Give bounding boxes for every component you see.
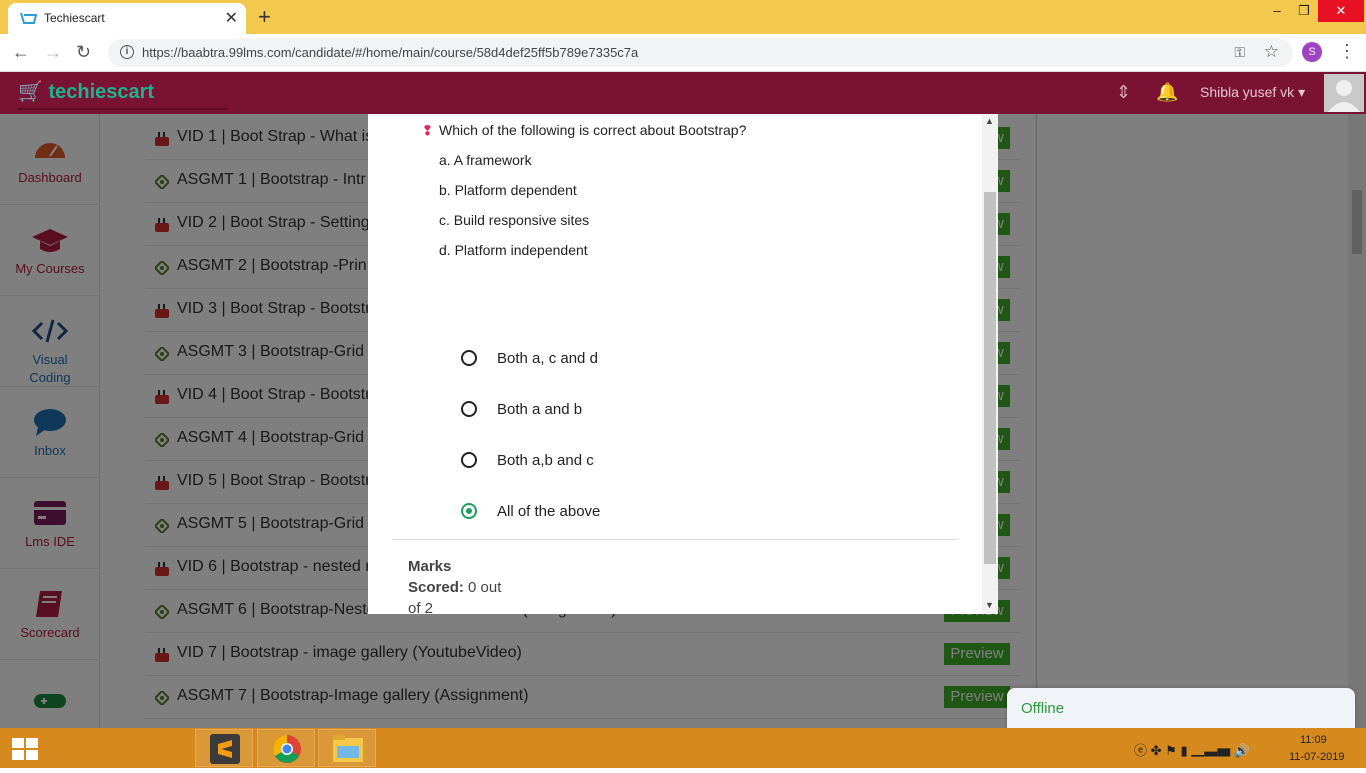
sublime-text-icon	[210, 734, 240, 764]
chrome-icon	[273, 735, 301, 763]
logo-underline	[18, 108, 228, 110]
marks-title: Marks	[408, 558, 452, 575]
person-icon	[1328, 80, 1360, 112]
taskbar-sublime[interactable]	[195, 729, 253, 767]
browser-toolbar: ← → ↻ i https://baabtra.99lms.com/candid…	[0, 34, 1366, 72]
system-tray: ⓔ ✤ ⚑ ▮ ▁▃▅ 🔊	[1134, 740, 1250, 759]
battery-icon[interactable]: ▮	[1180, 743, 1187, 758]
folder-icon	[333, 735, 363, 762]
browser-tab[interactable]: Techiescart ✕	[8, 3, 246, 34]
url-text[interactable]: https://baabtra.99lms.com/candidate/#/ho…	[142, 45, 638, 60]
address-bar[interactable]: i https://baabtra.99lms.com/candidate/#/…	[108, 39, 1293, 67]
statement-b: b. Platform dependent	[439, 182, 577, 198]
statement-d: d. Platform independent	[439, 242, 588, 258]
answer-choice-selected[interactable]: All of the above	[461, 500, 861, 524]
vertical-arrows-icon[interactable]: ⇕	[1116, 82, 1131, 103]
radio-button-selected[interactable]	[461, 503, 477, 519]
window-close-icon[interactable]: ✕	[1318, 0, 1364, 22]
forward-icon[interactable]: →	[44, 42, 62, 63]
flag-icon[interactable]: ⚑	[1165, 743, 1177, 758]
radio-button[interactable]	[461, 452, 477, 468]
logo-text: techiescart	[48, 81, 155, 103]
radio-button[interactable]	[461, 401, 477, 417]
browser-menu-icon[interactable]: ⋮	[1338, 41, 1356, 62]
choice-label[interactable]: Both a, c and d	[497, 350, 598, 367]
question-modal: ❢ Which of the following is correct abou…	[368, 114, 998, 614]
choice-label[interactable]: Both a,b and c	[497, 452, 594, 469]
bookmark-star-icon[interactable]: ☆	[1264, 42, 1279, 62]
choice-label[interactable]: Both a and b	[497, 401, 582, 418]
volume-icon[interactable]: 🔊	[1234, 743, 1250, 758]
clock-date[interactable]: 11-07-2019	[1289, 751, 1344, 763]
choice-label[interactable]: All of the above	[497, 503, 600, 520]
key-icon[interactable]: ⚿	[1234, 44, 1245, 61]
marks-total: of 2	[408, 600, 434, 614]
cart-icon: 🛒	[18, 81, 43, 103]
statement-c: c. Build responsive sites	[439, 212, 590, 228]
chat-widget[interactable]: Offline	[1007, 688, 1355, 728]
reload-icon[interactable]: ↻	[76, 42, 91, 63]
scroll-up-icon[interactable]: ▲	[985, 116, 994, 126]
windows-start-icon[interactable]	[12, 738, 38, 760]
bell-icon[interactable]: 🔔	[1156, 82, 1178, 103]
scroll-down-icon[interactable]: ▼	[985, 600, 994, 610]
radio-button[interactable]	[461, 350, 477, 366]
network-app-icon[interactable]: ✤	[1151, 743, 1162, 758]
scored-label: Scored:	[408, 579, 464, 596]
clock-time[interactable]: 11:09	[1300, 734, 1327, 746]
divider	[392, 539, 958, 540]
windows-taskbar: ⓔ ✤ ⚑ ▮ ▁▃▅ 🔊 11:09 11-07-2019	[0, 728, 1366, 768]
question-text: Which of the following is correct about …	[439, 122, 747, 138]
signal-icon[interactable]: ▁▃▅	[1191, 743, 1230, 758]
scored-value: 0 out	[468, 579, 502, 596]
taskbar-chrome[interactable]	[257, 729, 315, 767]
new-tab-icon[interactable]: +	[258, 4, 271, 30]
browser-titlebar: Techiescart ✕ + – ❐ ✕	[0, 0, 1366, 34]
user-menu[interactable]: Shibla yusef vk ▾	[1200, 84, 1305, 101]
user-avatar[interactable]	[1324, 74, 1364, 112]
answer-choice[interactable]: Both a and b	[461, 398, 861, 422]
techiescart-favicon-icon	[20, 12, 37, 24]
taskbar-file-explorer[interactable]	[318, 729, 376, 767]
info-icon[interactable]: i	[120, 45, 134, 59]
offline-status: Offline	[1021, 700, 1065, 717]
modal-scrollbar-thumb[interactable]	[984, 192, 996, 564]
question-mark-icon: ❢	[422, 123, 433, 138]
user-name: Shibla yusef vk	[1200, 84, 1295, 100]
techiescart-logo[interactable]: 🛒 techiescart	[18, 79, 154, 104]
tab-title: Techiescart	[44, 11, 105, 25]
statement-a: a. A framework	[439, 152, 532, 168]
answer-choice[interactable]: Both a, c and d	[461, 347, 861, 371]
app-header: 🛒 techiescart ⇕ 🔔 Shibla yusef vk ▾	[0, 72, 1366, 114]
caret-down-icon: ▾	[1298, 84, 1306, 100]
answer-choice[interactable]: Both a,b and c	[461, 449, 861, 473]
ie-icon[interactable]: ⓔ	[1134, 743, 1147, 758]
back-icon[interactable]: ←	[12, 42, 30, 63]
profile-avatar[interactable]: S	[1302, 42, 1322, 62]
tab-close-icon[interactable]: ✕	[225, 8, 238, 28]
marks-scored: Scored: 0 out	[408, 579, 501, 596]
